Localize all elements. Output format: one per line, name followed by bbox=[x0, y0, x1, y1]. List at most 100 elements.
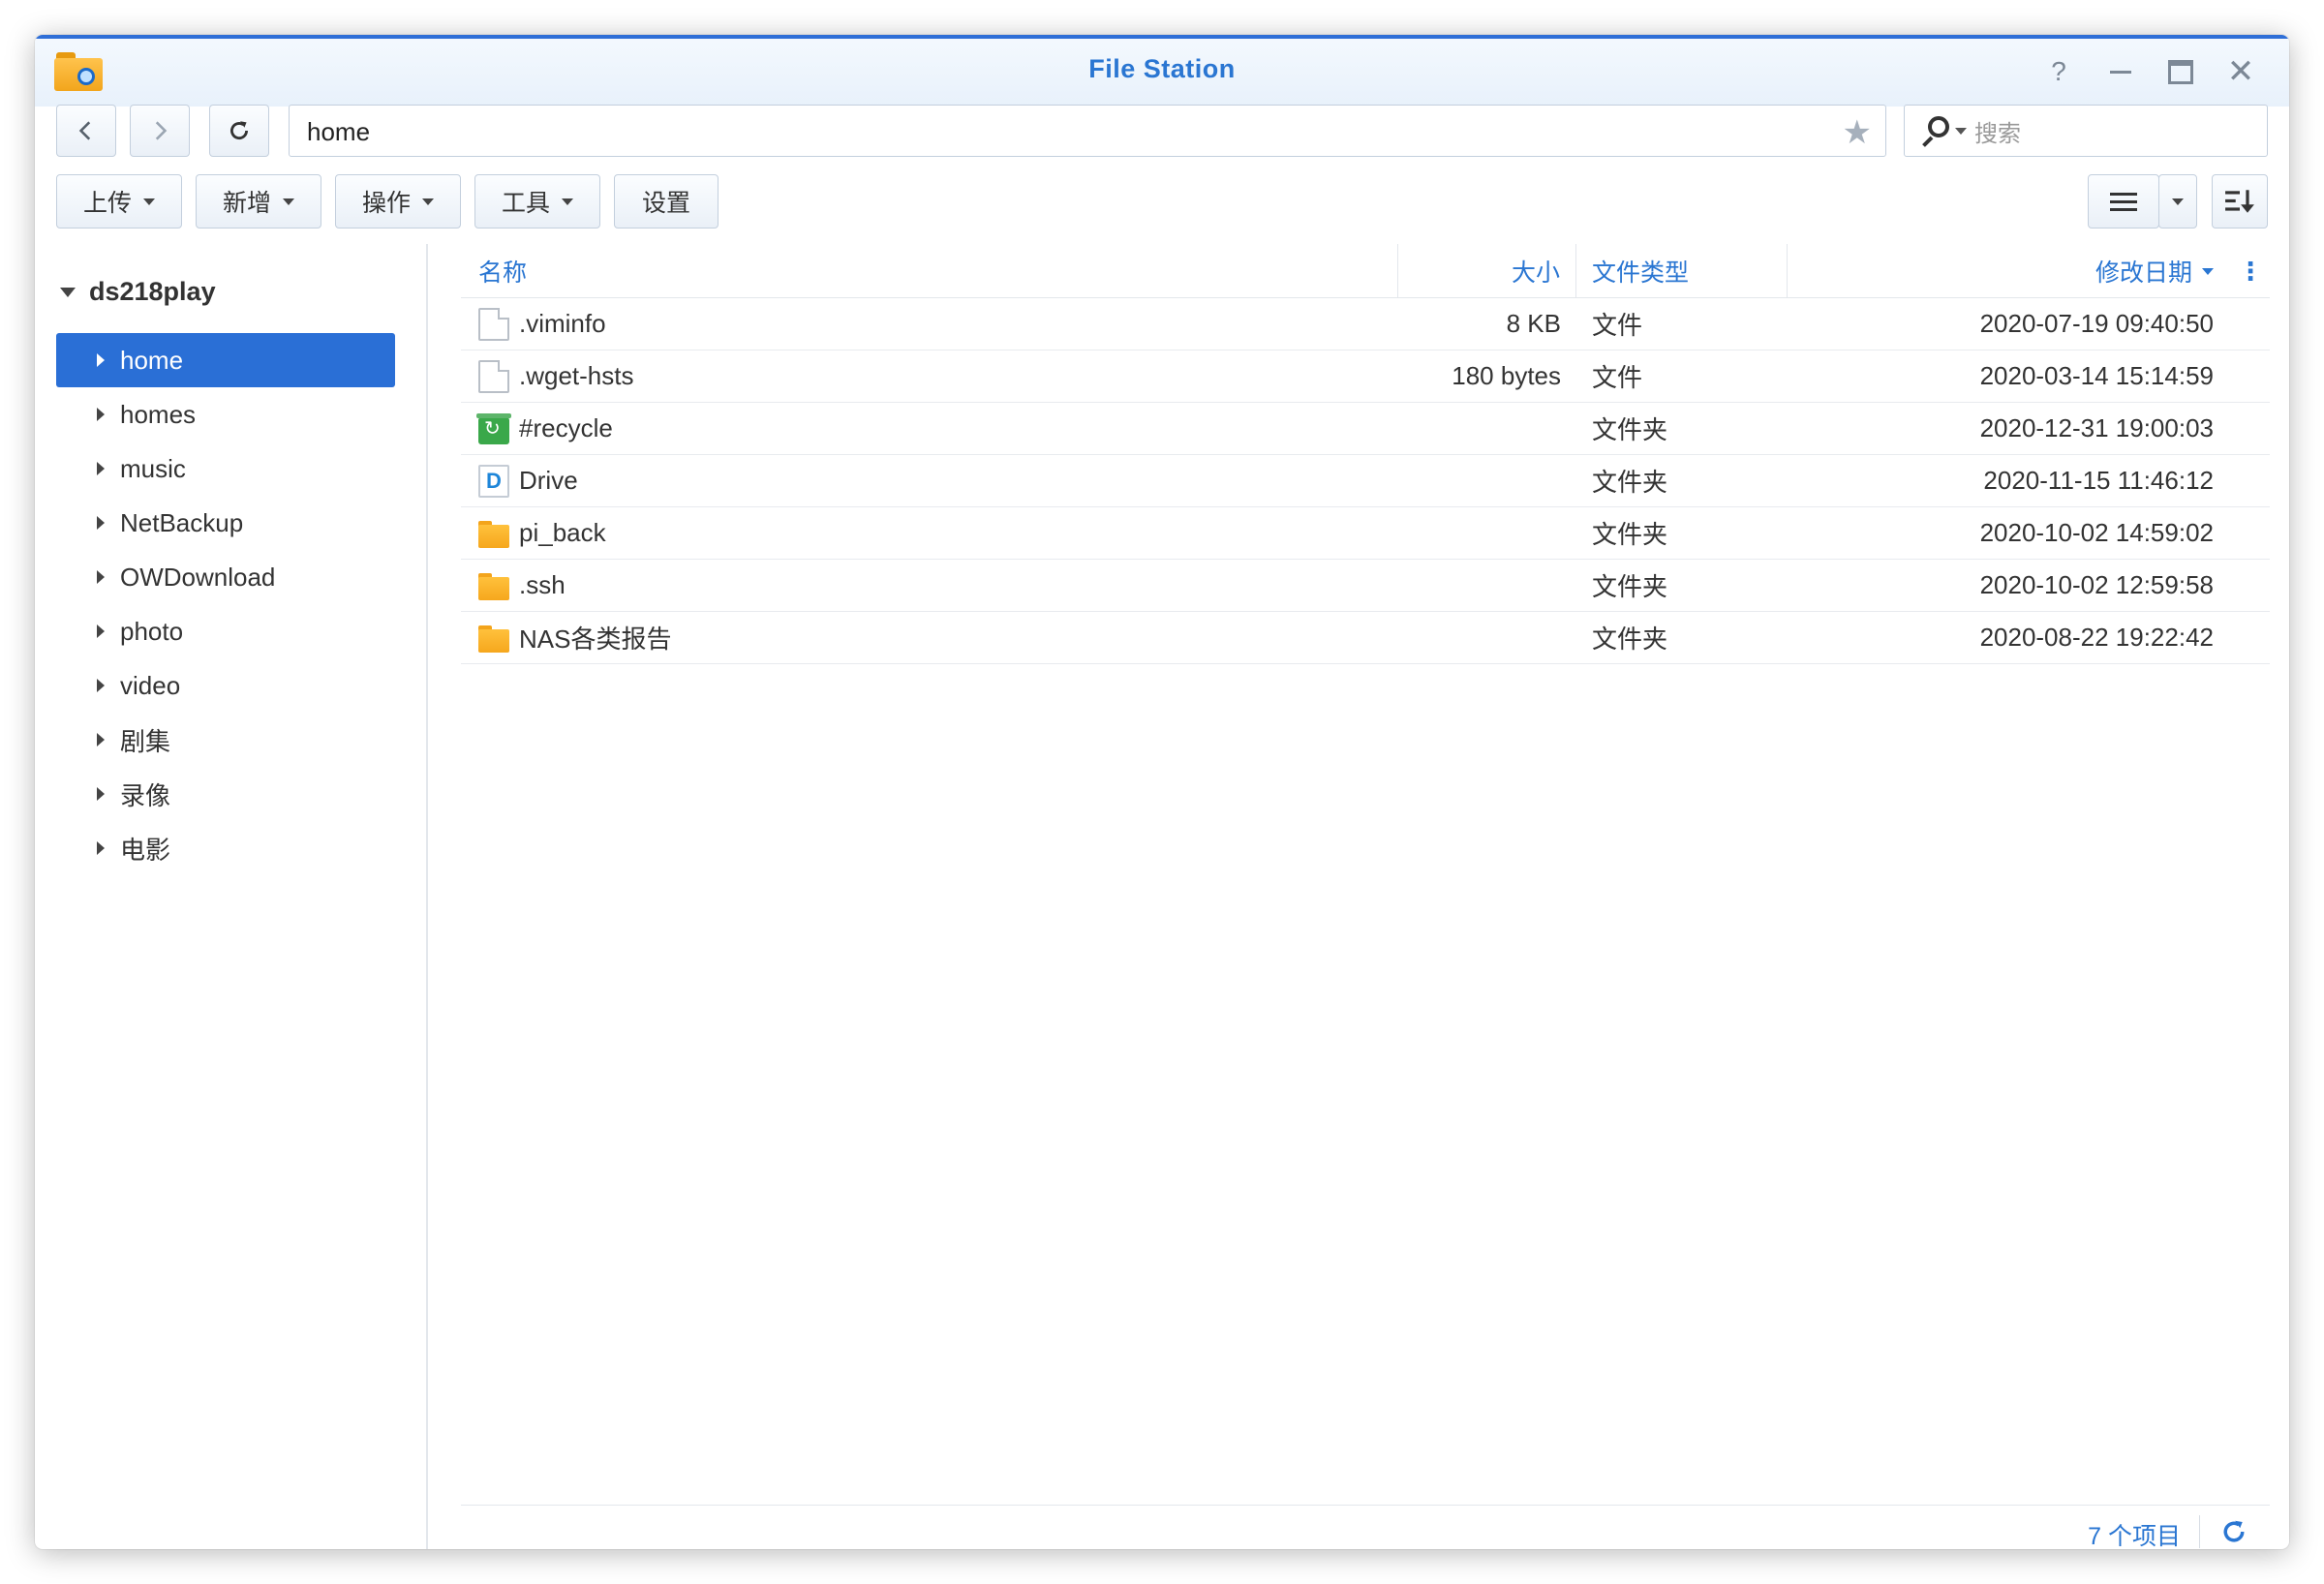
file-station-window: File Station ? ✕ home ★ 搜索 上传 新增 操作 工具 设… bbox=[35, 35, 2289, 1549]
column-label: 名称 bbox=[478, 259, 528, 287]
caret-down-icon bbox=[283, 198, 294, 205]
file-modified: 2020-12-31 19:00:03 bbox=[1979, 413, 2214, 442]
tree-item-label: 电影 bbox=[120, 835, 171, 865]
expand-triangle-icon[interactable] bbox=[97, 516, 105, 530]
title-bar[interactable]: File Station ? ✕ bbox=[35, 35, 2289, 107]
tree-item-video[interactable]: video bbox=[56, 658, 395, 713]
column-header-size[interactable]: 大小 bbox=[1398, 244, 1576, 298]
tree-item-series[interactable]: 剧集 bbox=[56, 713, 395, 767]
file-icon bbox=[478, 359, 509, 393]
tree-item-label: homes bbox=[120, 399, 197, 429]
file-name: .ssh bbox=[519, 570, 566, 599]
close-icon[interactable]: ✕ bbox=[2221, 53, 2260, 90]
file-modified: 2020-07-19 09:40:50 bbox=[1979, 309, 2214, 338]
tree-item-netbackup[interactable]: NetBackup bbox=[56, 496, 395, 550]
list-view-icon bbox=[2110, 192, 2137, 211]
expand-triangle-icon[interactable] bbox=[60, 287, 76, 297]
table-row[interactable]: pi_back 文件夹 2020-10-02 14:59:02 bbox=[461, 507, 2270, 560]
column-label: 修改日期 bbox=[2095, 259, 2192, 287]
search-options-caret-icon[interactable] bbox=[1955, 127, 1967, 135]
column-header-modified[interactable]: 修改日期 bbox=[1788, 244, 2231, 298]
expand-triangle-icon[interactable] bbox=[97, 787, 105, 801]
file-name: Drive bbox=[519, 466, 578, 495]
minimize-icon[interactable] bbox=[2101, 54, 2140, 89]
column-label: 文件类型 bbox=[1592, 259, 1690, 287]
tree-item-owdownload[interactable]: OWDownload bbox=[56, 550, 395, 604]
file-type: 文件夹 bbox=[1592, 415, 1668, 444]
help-icon[interactable]: ? bbox=[2039, 54, 2078, 89]
table-row[interactable]: .viminfo 8 KB 文件 2020-07-19 09:40:50 bbox=[461, 298, 2270, 350]
column-label: 大小 bbox=[1511, 259, 1560, 287]
sort-caret-icon bbox=[2202, 267, 2214, 275]
tree-root-label: ds218play bbox=[89, 277, 216, 306]
search-input[interactable]: 搜索 bbox=[1904, 105, 2268, 157]
chevron-right-icon bbox=[155, 121, 168, 140]
folder-tree: ds218play home homes music NetBackup OWD… bbox=[35, 244, 428, 1549]
file-modified: 2020-11-15 11:46:12 bbox=[1983, 466, 2214, 495]
tree-item-recordings[interactable]: 录像 bbox=[56, 767, 395, 821]
back-button[interactable] bbox=[56, 105, 116, 157]
chevron-left-icon bbox=[78, 121, 91, 140]
file-name: .viminfo bbox=[519, 309, 606, 338]
action-label: 操作 bbox=[361, 190, 411, 217]
action-button[interactable]: 操作 bbox=[335, 174, 461, 228]
table-row[interactable]: #recycle 文件夹 2020-12-31 19:00:03 bbox=[461, 403, 2270, 455]
sort-button[interactable] bbox=[2212, 174, 2268, 228]
settings-button[interactable]: 设置 bbox=[614, 174, 719, 228]
file-type: 文件夹 bbox=[1592, 468, 1668, 497]
tools-button[interactable]: 工具 bbox=[474, 174, 600, 228]
divider bbox=[2199, 1515, 2200, 1548]
new-button[interactable]: 新增 bbox=[196, 174, 321, 228]
file-modified: 2020-10-02 12:59:58 bbox=[1979, 570, 2214, 599]
expand-triangle-icon[interactable] bbox=[97, 462, 105, 475]
expand-triangle-icon[interactable] bbox=[97, 733, 105, 746]
table-row[interactable]: Drive 文件夹 2020-11-15 11:46:12 bbox=[461, 455, 2270, 507]
table-row[interactable]: NAS各类报告 文件夹 2020-08-22 19:22:42 bbox=[461, 612, 2270, 664]
file-name: #recycle bbox=[519, 413, 613, 442]
upload-label: 上传 bbox=[82, 190, 132, 217]
upload-button[interactable]: 上传 bbox=[56, 174, 182, 228]
expand-triangle-icon[interactable] bbox=[97, 408, 105, 421]
tree-item-home[interactable]: home bbox=[56, 333, 395, 387]
tree-item-label: music bbox=[120, 453, 186, 483]
view-mode-dropdown[interactable] bbox=[2158, 174, 2197, 228]
file-type: 文件夹 bbox=[1592, 520, 1668, 549]
path-input[interactable]: home ★ bbox=[289, 105, 1886, 157]
sort-descending-icon bbox=[2225, 190, 2254, 213]
refresh-icon[interactable] bbox=[2216, 1513, 2252, 1549]
tree-item-music[interactable]: music bbox=[56, 442, 395, 496]
expand-triangle-icon[interactable] bbox=[97, 841, 105, 855]
tree-item-label: 录像 bbox=[120, 780, 171, 810]
expand-triangle-icon[interactable] bbox=[97, 679, 105, 692]
file-modified: 2020-10-02 14:59:02 bbox=[1979, 518, 2214, 547]
expand-triangle-icon[interactable] bbox=[97, 353, 105, 367]
tree-root-ds218play[interactable]: ds218play bbox=[60, 277, 216, 307]
tree-item-homes[interactable]: homes bbox=[56, 387, 395, 442]
tree-item-movies[interactable]: 电影 bbox=[56, 821, 395, 875]
star-icon[interactable]: ★ bbox=[1843, 113, 1872, 152]
search-icon[interactable] bbox=[1920, 116, 1949, 147]
maximize-icon[interactable] bbox=[2161, 54, 2200, 89]
column-menu-icon[interactable]: ⋮ bbox=[2231, 244, 2270, 298]
table-row[interactable]: .ssh 文件夹 2020-10-02 12:59:58 bbox=[461, 560, 2270, 612]
file-size: 8 KB bbox=[1506, 309, 1561, 338]
table-row[interactable]: .wget-hsts 180 bytes 文件 2020-03-14 15:14… bbox=[461, 350, 2270, 403]
drive-folder-icon bbox=[478, 464, 509, 498]
file-modified: 2020-08-22 19:22:42 bbox=[1979, 623, 2214, 652]
refresh-button[interactable] bbox=[209, 105, 269, 157]
tree-item-label: NetBackup bbox=[120, 507, 244, 537]
expand-triangle-icon[interactable] bbox=[97, 570, 105, 584]
refresh-icon bbox=[230, 121, 248, 140]
item-count: 7 个项目 bbox=[2088, 1523, 2181, 1549]
list-view-button[interactable] bbox=[2088, 174, 2159, 228]
forward-button[interactable] bbox=[130, 105, 190, 157]
column-header-name[interactable]: 名称 bbox=[461, 244, 1398, 298]
window-title: File Station bbox=[1088, 54, 1236, 83]
expand-triangle-icon[interactable] bbox=[97, 624, 105, 638]
file-size: 180 bytes bbox=[1452, 361, 1561, 390]
file-list-header: 名称 大小 文件类型 修改日期 ⋮ bbox=[461, 244, 2270, 298]
tree-item-photo[interactable]: photo bbox=[56, 604, 395, 658]
column-header-type[interactable]: 文件类型 bbox=[1576, 244, 1788, 298]
search-placeholder: 搜索 bbox=[1974, 120, 2021, 147]
path-text: home bbox=[307, 117, 371, 146]
